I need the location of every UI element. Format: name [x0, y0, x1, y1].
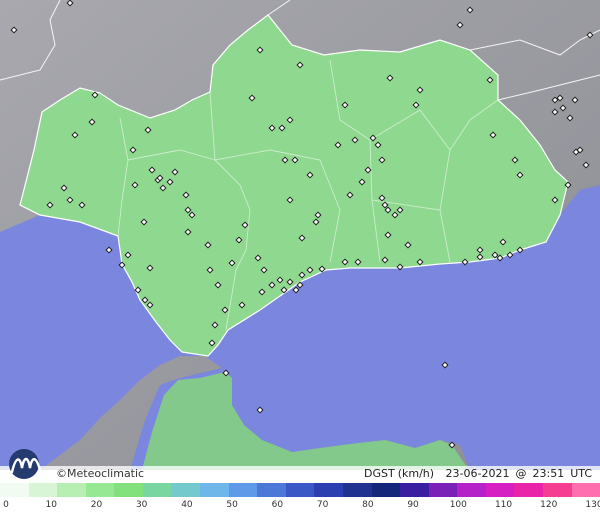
time-label: 23:51 [532, 467, 565, 480]
color-scale-bar [0, 483, 600, 497]
color-scale-tick-label: 120 [540, 500, 558, 510]
at-label: @ [515, 467, 527, 480]
color-scale-segment [285, 483, 315, 497]
color-scale-tick-label: 30 [135, 500, 148, 510]
units-label: (km/h) [397, 467, 435, 480]
color-scale-tick-label: 60 [271, 500, 284, 510]
color-scale-segment [571, 483, 600, 497]
color-scale-segment [514, 483, 543, 497]
color-scale-segment [314, 483, 343, 497]
meteoclimatic-logo [9, 449, 42, 479]
color-scale-segment [400, 483, 429, 497]
color-scale-tick-label: 100 [449, 500, 467, 510]
color-scale-segment [142, 483, 172, 497]
color-scale-segment [485, 483, 515, 497]
color-scale-segment [457, 483, 486, 497]
date-label: 23-06-2021 [445, 467, 510, 480]
copyright-symbol: © [56, 467, 67, 480]
brand: ©Meteoclimatic [6, 448, 144, 480]
color-scale-tick-label: 0 [3, 500, 9, 510]
color-scale-tick-label: 130 [585, 500, 600, 510]
brand-label: ©Meteoclimatic [56, 467, 144, 480]
color-scale-segment [28, 483, 58, 497]
timezone-label: UTC [570, 467, 592, 480]
color-scale-ticks: 0 10 20 30 40 50 60 70 80 90 100 110 120 130 [0, 497, 600, 517]
variable-label: DGST [363, 467, 395, 480]
color-scale-segment [0, 483, 29, 497]
color-scale-segment [85, 483, 115, 497]
color-scale-segment [200, 483, 229, 497]
wind-gust-map[interactable] [0, 0, 600, 517]
color-scale-legend: 0 10 20 30 40 50 60 70 80 90 100 110 120 130 [0, 483, 600, 517]
color-scale-segment [342, 483, 372, 497]
color-scale-segment [371, 483, 401, 497]
color-scale-segment [542, 483, 572, 497]
color-scale-segment [257, 483, 286, 497]
color-scale-tick-label: 70 [316, 500, 329, 510]
color-scale-tick-label: 50 [226, 500, 238, 510]
color-scale-segment [114, 483, 143, 497]
color-scale-segment [57, 483, 86, 497]
color-scale-tick-label: 110 [494, 500, 513, 510]
map-metadata: DGST (km/h) 23-06-2021 @23:51 UTC [358, 467, 592, 480]
color-scale-segment [428, 483, 458, 497]
color-scale-tick-label: 80 [362, 500, 374, 510]
brand-name: Meteoclimatic [67, 467, 145, 480]
color-scale-tick-label: 20 [90, 500, 103, 510]
color-scale-segment [228, 483, 258, 497]
color-scale-segment [171, 483, 201, 497]
color-scale-tick-label: 40 [181, 500, 193, 510]
color-scale-tick-label: 10 [45, 500, 57, 510]
color-scale-tick-label: 90 [407, 500, 419, 510]
